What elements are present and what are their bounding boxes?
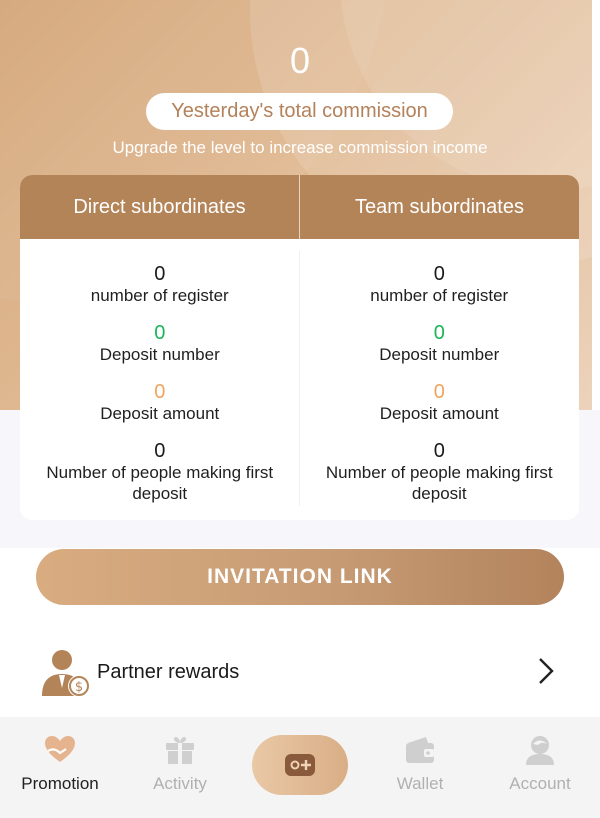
heart-hand-icon (45, 736, 75, 762)
wallet-icon (406, 737, 434, 763)
team-first-deposit-label: Number of people making first deposit (325, 463, 553, 503)
gift-icon (166, 737, 194, 764)
direct-first-deposit-value: 0 (154, 440, 166, 462)
game-controller-icon (285, 754, 315, 776)
direct-deposit-number-label: Deposit number (99, 345, 220, 364)
direct-first-deposit-label: Number of people making first deposit (46, 463, 274, 503)
partner-rewards-row[interactable]: $ Partner rewards (0, 640, 600, 702)
team-first-deposit-value: 0 (433, 440, 445, 462)
invitation-link-button[interactable]: INVITATION LINK (36, 549, 564, 605)
tab-activity-label: Activity (153, 774, 207, 793)
team-register-value: 0 (433, 263, 445, 285)
tab-activity[interactable]: Activity (120, 717, 240, 818)
svg-text:$: $ (75, 680, 83, 695)
subordinates-card: Direct subordinates Team subordinates 0 … (20, 175, 579, 520)
upgrade-hint: Upgrade the level to increase commission… (112, 138, 488, 157)
tab-promotion-label: Promotion (21, 774, 99, 793)
team-subordinates-title[interactable]: Team subordinates (299, 175, 579, 239)
team-deposit-number-value: 0 (433, 322, 445, 344)
tab-game[interactable] (252, 735, 348, 795)
team-deposit-number-label: Deposit number (379, 345, 500, 364)
bottom-tab-bar: Promotion Activity Wallet Account (0, 717, 600, 818)
team-register-label: number of register (370, 286, 509, 305)
direct-register-value: 0 (154, 263, 166, 285)
subordinates-card-header: Direct subordinates Team subordinates (20, 175, 579, 239)
partner-rewards-label: Partner rewards (97, 661, 240, 683)
tab-account-label: Account (509, 774, 571, 793)
tab-promotion[interactable]: Promotion (0, 717, 120, 818)
commission-value: 0 (289, 40, 311, 81)
team-deposit-amount-label: Deposit amount (379, 404, 499, 423)
tab-wallet-label: Wallet (396, 774, 444, 793)
tab-account[interactable]: Account (480, 717, 600, 818)
team-subordinates-stats: 0 number of register 0 Deposit number 0 … (300, 239, 580, 520)
column-divider (299, 251, 300, 506)
team-deposit-amount-value: 0 (433, 381, 445, 403)
direct-deposit-amount-value: 0 (154, 381, 166, 403)
commission-label-pill: Yesterday's total commission (146, 93, 453, 130)
chevron-right-icon (539, 658, 554, 684)
direct-subordinates-title[interactable]: Direct subordinates (20, 175, 299, 239)
user-icon (526, 736, 554, 765)
direct-register-label: number of register (90, 286, 229, 305)
direct-subordinates-stats: 0 number of register 0 Deposit number 0 … (20, 239, 300, 520)
partner-money-icon: $ (42, 650, 90, 697)
tab-wallet[interactable]: Wallet (360, 717, 480, 818)
direct-deposit-number-value: 0 (154, 322, 166, 344)
direct-deposit-amount-label: Deposit amount (100, 404, 220, 423)
